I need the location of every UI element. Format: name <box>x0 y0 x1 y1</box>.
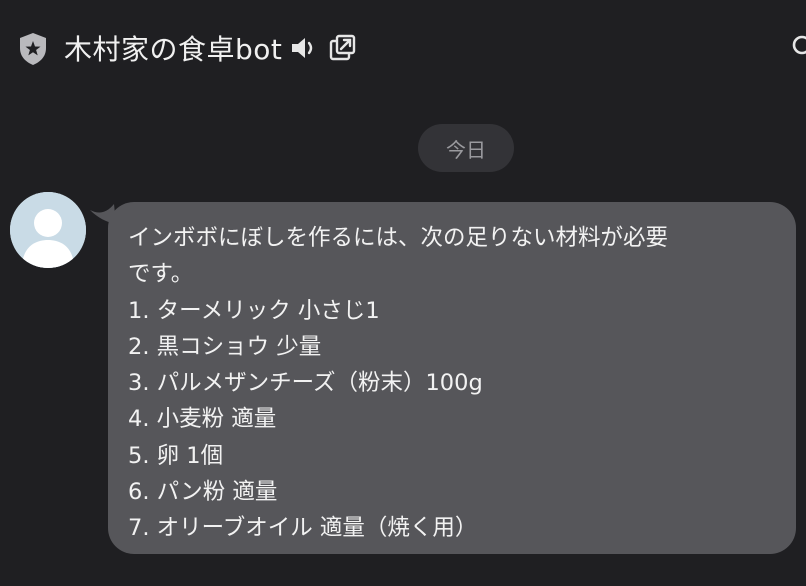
speaker-icon[interactable] <box>290 35 318 61</box>
ingredient-item: 1. ターメリック 小さじ1 <box>128 297 380 324</box>
ingredient-item: 7. オリーブオイル 適量（焼く用） <box>128 515 478 542</box>
chat-header: 木村家の食卓bot <box>0 0 806 96</box>
date-divider: 今日 <box>418 124 514 172</box>
message-text-line: インボボにぼしを作るには、次の足りない材料が必要 <box>128 225 669 251</box>
ingredient-item: 5. 卵 1個 <box>128 442 224 469</box>
ingredient-item: 2. 黒コショウ 少量 <box>128 333 322 360</box>
ingredient-item: 4. 小麦粉 適量 <box>128 406 277 433</box>
ingredient-item: 3. パルメザンチーズ（粉末）100g <box>128 370 483 397</box>
ingredient-item: 6. パン粉 適量 <box>128 479 278 506</box>
person-icon <box>10 192 86 268</box>
external-link-icon[interactable] <box>328 34 356 62</box>
avatar[interactable] <box>10 192 86 268</box>
chat-title: 木村家の食卓bot <box>64 33 283 66</box>
message-text-line: です。 <box>128 261 194 288</box>
message-bubble[interactable]: インボボにぼしを作るには、次の足りない材料が必要 です。 1. ターメリック 小… <box>108 202 796 554</box>
shield-star-icon[interactable] <box>18 32 48 66</box>
search-icon[interactable] <box>790 34 806 60</box>
